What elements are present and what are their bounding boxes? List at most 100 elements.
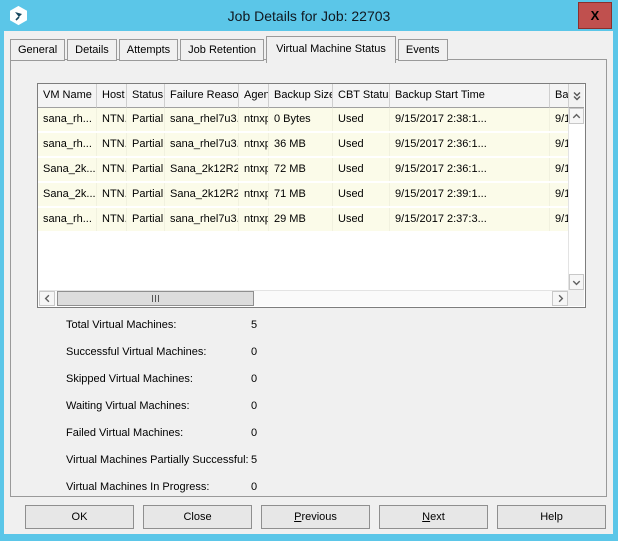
close-icon: X [591,8,600,23]
scroll-right-button[interactable] [552,291,568,306]
close-button-bottom[interactable]: Close [143,505,252,529]
vm-status-table: VM Name Host Status Failure Reason Agent… [37,83,586,308]
summary-row: Waiting Virtual Machines: 0 [66,400,291,414]
column-chooser-button[interactable] [568,84,584,108]
table-row[interactable]: sana_rh... NTN... Partial... sana_rhel7u… [38,133,569,158]
table-row[interactable]: Sana_2k... NTN... Partial... Sana_2k12R2… [38,158,569,183]
cell-backup-size: 29 MB [269,208,333,231]
cell-backup-start-time: 9/15/2017 2:36:1... [390,158,550,181]
summary-label: Failed Virtual Machines: [66,427,251,441]
chevron-left-icon [41,292,54,305]
scroll-left-button[interactable] [39,291,55,306]
vm-summary: Total Virtual Machines: 5 Successful Vir… [66,319,291,508]
cell-cbt-status: Used [333,208,390,231]
cell-backup-end-time: 9/1 [550,108,569,131]
previous-button[interactable]: Previous [261,505,370,529]
close-button[interactable]: X [578,2,612,29]
cell-cbt-status: Used [333,133,390,156]
summary-value: 0 [251,346,291,360]
cell-backup-size: 0 Bytes [269,108,333,131]
cell-backup-size: 72 MB [269,158,333,181]
table-row[interactable]: sana_rh... NTN... Partial... sana_rhel7u… [38,208,569,233]
cell-status: Partial... [127,108,165,131]
cell-status: Partial... [127,158,165,181]
summary-row: Virtual Machines Partially Successful: 5 [66,454,291,468]
next-button[interactable]: Next [379,505,488,529]
chevron-down-icon [570,276,583,289]
tab[interactable]: Attempts [119,39,178,61]
summary-row: Successful Virtual Machines: 0 [66,346,291,360]
cell-backup-end-time: 9/1 [550,183,569,206]
cell-host: NTN... [97,108,127,131]
summary-label: Skipped Virtual Machines: [66,373,251,387]
vertical-scrollbar[interactable] [568,108,584,290]
column-header[interactable]: Host [97,84,127,108]
column-header[interactable]: Backup Start Time [390,84,550,108]
dialog-button-row: OK Close Previous Next Help [25,505,606,529]
column-header[interactable]: Failure Reason [165,84,239,108]
double-chevron-down-icon [571,89,583,103]
column-header[interactable]: VM Name [38,84,97,108]
scrollbar-corner [568,290,584,306]
column-header[interactable]: CBT Status [333,84,390,108]
cell-host: NTN... [97,208,127,231]
job-details-dialog: Job Details for Job: 22703 X General Det… [0,0,618,541]
window-title: Job Details for Job: 22703 [0,0,618,31]
column-header[interactable]: Status [127,84,165,108]
cell-cbt-status: Used [333,183,390,206]
summary-label: Successful Virtual Machines: [66,346,251,360]
cell-backup-end-time: 9/1 [550,208,569,231]
summary-value: 5 [251,454,291,468]
summary-label: Waiting Virtual Machines: [66,400,251,414]
summary-label: Virtual Machines Partially Successful: [66,454,251,468]
cell-agent: ntnxp... [239,208,269,231]
summary-value: 0 [251,481,291,495]
cell-backup-size: 36 MB [269,133,333,156]
tab[interactable]: General [10,39,65,61]
summary-label: Virtual Machines In Progress: [66,481,251,495]
table-row[interactable]: sana_rh... NTN... Partial... sana_rhel7u… [38,108,569,133]
cell-status: Partial... [127,208,165,231]
summary-value: 0 [251,427,291,441]
cell-backup-size: 71 MB [269,183,333,206]
vm-status-tab-panel: VM Name Host Status Failure Reason Agent… [10,59,607,497]
table-body: sana_rh... NTN... Partial... sana_rhel7u… [38,108,569,290]
summary-value: 0 [251,373,291,387]
thumb-grip-icon [152,295,153,302]
summary-row: Virtual Machines In Progress: 0 [66,481,291,495]
cell-host: NTN... [97,158,127,181]
cell-vm-name: sana_rh... [38,108,97,131]
cell-failure-reason: Sana_2k12R2... [165,158,239,181]
summary-row: Total Virtual Machines: 5 [66,319,291,333]
tab[interactable]: Events [398,39,448,61]
table-row[interactable]: Sana_2k... NTN... Partial... Sana_2k12R2… [38,183,569,208]
cell-vm-name: Sana_2k... [38,158,97,181]
column-header[interactable]: Backup Size [269,84,333,108]
cell-agent: ntnxp... [239,133,269,156]
chevron-up-icon [570,110,583,123]
horizontal-scroll-thumb[interactable] [57,291,254,306]
horizontal-scrollbar[interactable] [39,290,568,306]
cell-backup-start-time: 9/15/2017 2:36:1... [390,133,550,156]
summary-value: 5 [251,319,291,333]
cell-cbt-status: Used [333,108,390,131]
cell-vm-name: Sana_2k... [38,183,97,206]
ok-button[interactable]: OK [25,505,134,529]
cell-agent: ntnxp... [239,158,269,181]
cell-agent: ntnxp... [239,108,269,131]
tab[interactable]: Details [67,39,117,61]
cell-backup-start-time: 9/15/2017 2:39:1... [390,183,550,206]
cell-backup-start-time: 9/15/2017 2:38:1... [390,108,550,131]
summary-row: Skipped Virtual Machines: 0 [66,373,291,387]
cell-failure-reason: sana_rhel7u3... [165,108,239,131]
scroll-up-button[interactable] [569,108,584,124]
summary-label: Total Virtual Machines: [66,319,251,333]
help-button[interactable]: Help [497,505,606,529]
tab[interactable]: Virtual Machine Status [266,36,396,63]
scroll-down-button[interactable] [569,274,584,290]
column-header[interactable]: Ba [550,84,569,108]
tab[interactable]: Job Retention [180,39,264,61]
cell-vm-name: sana_rh... [38,133,97,156]
column-header[interactable]: Agent [239,84,269,108]
titlebar[interactable]: Job Details for Job: 22703 X [0,0,618,31]
